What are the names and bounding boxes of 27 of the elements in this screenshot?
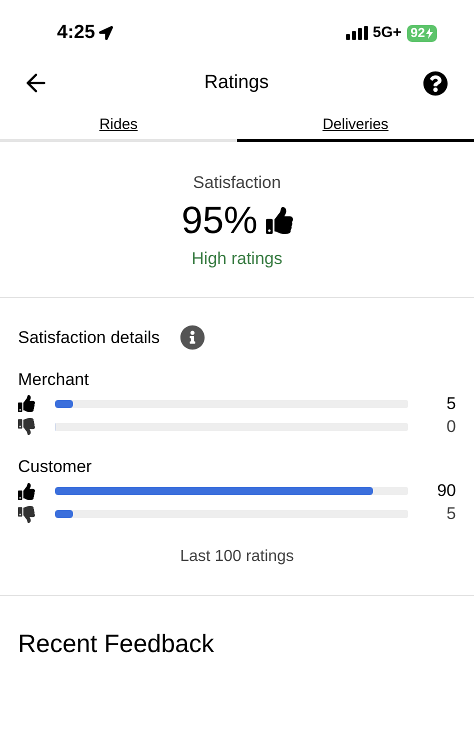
thumbs-up-icon (18, 395, 35, 412)
section-title: Satisfaction details (18, 327, 160, 349)
battery-indicator: 92 (406, 24, 437, 42)
thumbs-down-icon (18, 506, 35, 522)
satisfaction-verdict: High ratings (192, 248, 282, 270)
status-time: 4:25 (57, 20, 96, 45)
network-label: 5G+ (372, 22, 402, 43)
tab[interactable]: Deliveries (237, 108, 474, 142)
satisfaction-label: Satisfaction (193, 172, 281, 194)
rating-count: 5 (446, 392, 456, 415)
section-heading: Recent Feedback (18, 630, 214, 658)
group-label: Customer (18, 456, 93, 478)
thumbs-down-icon (18, 418, 35, 435)
group-label: Merchant (18, 368, 90, 390)
help-icon[interactable] (422, 70, 448, 96)
satisfaction-percent: 95% (181, 198, 258, 244)
signal-icon (346, 26, 368, 40)
tab[interactable]: Rides (0, 108, 237, 142)
rating-count: 90 (437, 480, 456, 502)
location-arrow-icon (99, 26, 114, 40)
ratings-footnote: Last 100 ratings (180, 546, 294, 566)
rating-count: 5 (446, 503, 456, 526)
info-icon[interactable] (180, 325, 205, 350)
rating-count: 0 (446, 416, 456, 438)
thumbs-up-icon (266, 207, 293, 234)
thumbs-up-icon (18, 482, 35, 500)
page-title: Ratings (204, 70, 269, 95)
